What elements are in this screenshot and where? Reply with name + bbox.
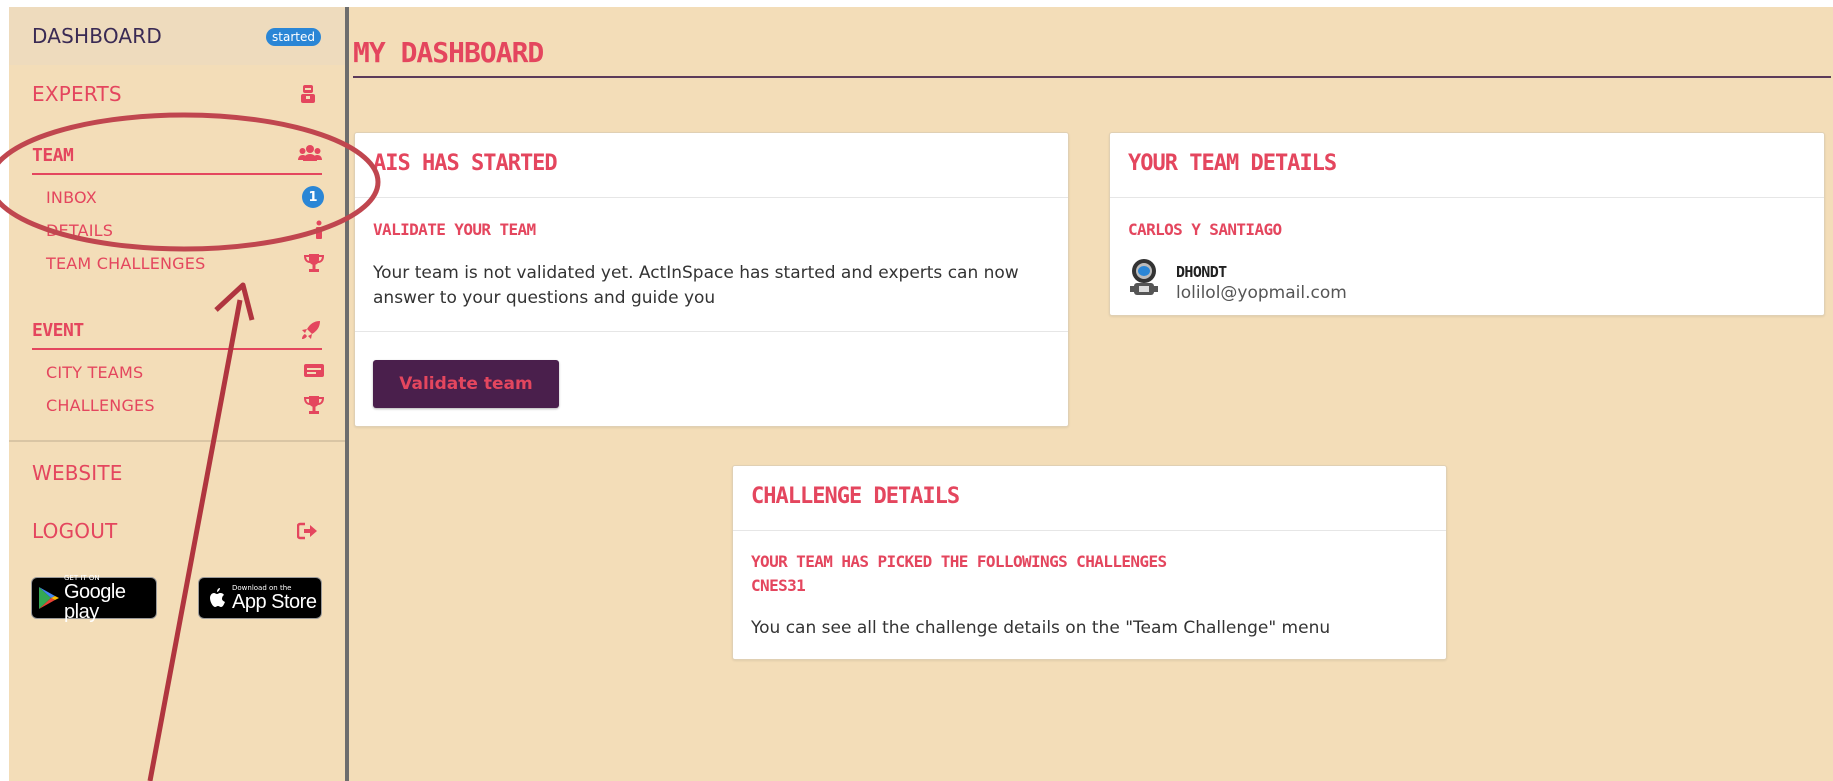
- annotation-ellipse: [0, 112, 381, 252]
- annotation-overlay: [0, 112, 381, 781]
- annotation-arrow-line: [147, 299, 243, 781]
- annotation-arrow-head: [214, 282, 255, 321]
